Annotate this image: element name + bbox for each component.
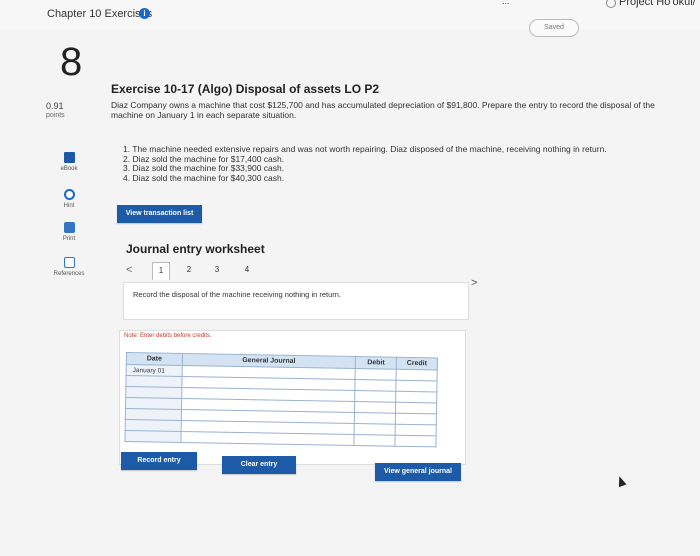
view-transaction-list-button[interactable]: View transaction list <box>117 205 202 223</box>
references-tool[interactable]: References <box>44 257 94 277</box>
instruction-box <box>123 282 469 320</box>
credit-cell[interactable] <box>395 380 438 392</box>
print-tool[interactable]: Print <box>44 222 94 242</box>
points-value: 0.91 <box>46 101 64 111</box>
instruction-text: Record the disposal of the machine recei… <box>133 290 342 299</box>
tab-3[interactable]: 3 <box>208 262 226 280</box>
credit-cell[interactable] <box>395 413 437 425</box>
book-icon <box>63 152 75 163</box>
view-general-journal-button[interactable]: View general journal <box>375 463 461 481</box>
record-entry-button[interactable]: Record entry <box>121 452 197 470</box>
tab-4[interactable]: 4 <box>238 262 256 280</box>
account-cell[interactable] <box>180 431 355 446</box>
ebook-tool[interactable]: eBook <box>44 152 94 172</box>
assignment-truncated-text: ... <box>502 0 510 6</box>
references-icon <box>63 257 75 268</box>
date-cell[interactable] <box>124 430 181 443</box>
ebook-label: eBook <box>60 166 78 172</box>
debit-cell[interactable] <box>355 379 397 392</box>
debit-cell[interactable] <box>355 368 397 381</box>
saved-badge: Saved <box>529 19 579 37</box>
exercise-description: Diaz Company owns a machine that cost $1… <box>111 100 655 120</box>
next-arrow[interactable]: > <box>471 277 477 289</box>
note-text: Note: Enter debits before credits. <box>124 333 212 339</box>
printer-icon <box>63 222 75 233</box>
credit-cell[interactable] <box>395 391 437 403</box>
info-icon[interactable]: i <box>139 8 150 19</box>
question-number: 8 <box>60 40 83 84</box>
lifebuoy-icon <box>63 189 75 200</box>
exercise-title: Exercise 10-17 (Algo) Disposal of assets… <box>111 82 380 96</box>
situation-list: 1. The machine needed extensive repairs … <box>123 144 673 183</box>
debit-header: Debit <box>355 356 397 370</box>
hint-label: Hint <box>63 203 75 209</box>
tab-2[interactable]: 2 <box>180 262 198 280</box>
mouse-cursor-icon <box>615 474 627 488</box>
credit-cell[interactable] <box>395 424 437 436</box>
journal-table: Date General Journal Debit Credit Januar… <box>124 352 438 447</box>
date-header: Date <box>126 352 183 366</box>
print-label: Print <box>62 236 76 242</box>
debit-cell[interactable] <box>354 390 396 403</box>
debit-cell[interactable] <box>354 434 396 447</box>
debit-cell[interactable] <box>354 401 396 414</box>
debit-cell[interactable] <box>354 423 396 436</box>
clear-entry-button[interactable]: Clear entry <box>222 456 296 474</box>
situation-item: 4. Diaz sold the machine for $40,300 cas… <box>123 172 285 183</box>
points-label: points <box>46 112 65 119</box>
credit-cell[interactable] <box>396 369 438 381</box>
hint-tool[interactable]: Hint <box>44 189 94 209</box>
chapter-title: Chapter 10 Exercises <box>47 8 153 20</box>
debit-cell[interactable] <box>354 412 396 425</box>
prev-arrow[interactable]: < <box>126 264 132 276</box>
worksheet-title: Journal entry worksheet <box>126 242 265 256</box>
credit-cell[interactable] <box>395 402 437 414</box>
credit-header: Credit <box>396 357 438 370</box>
credit-cell[interactable] <box>394 435 437 447</box>
project-title: Project Ho'okui/ <box>619 0 696 8</box>
references-label: References <box>53 271 85 277</box>
tab-1[interactable]: 1 <box>152 262 170 280</box>
